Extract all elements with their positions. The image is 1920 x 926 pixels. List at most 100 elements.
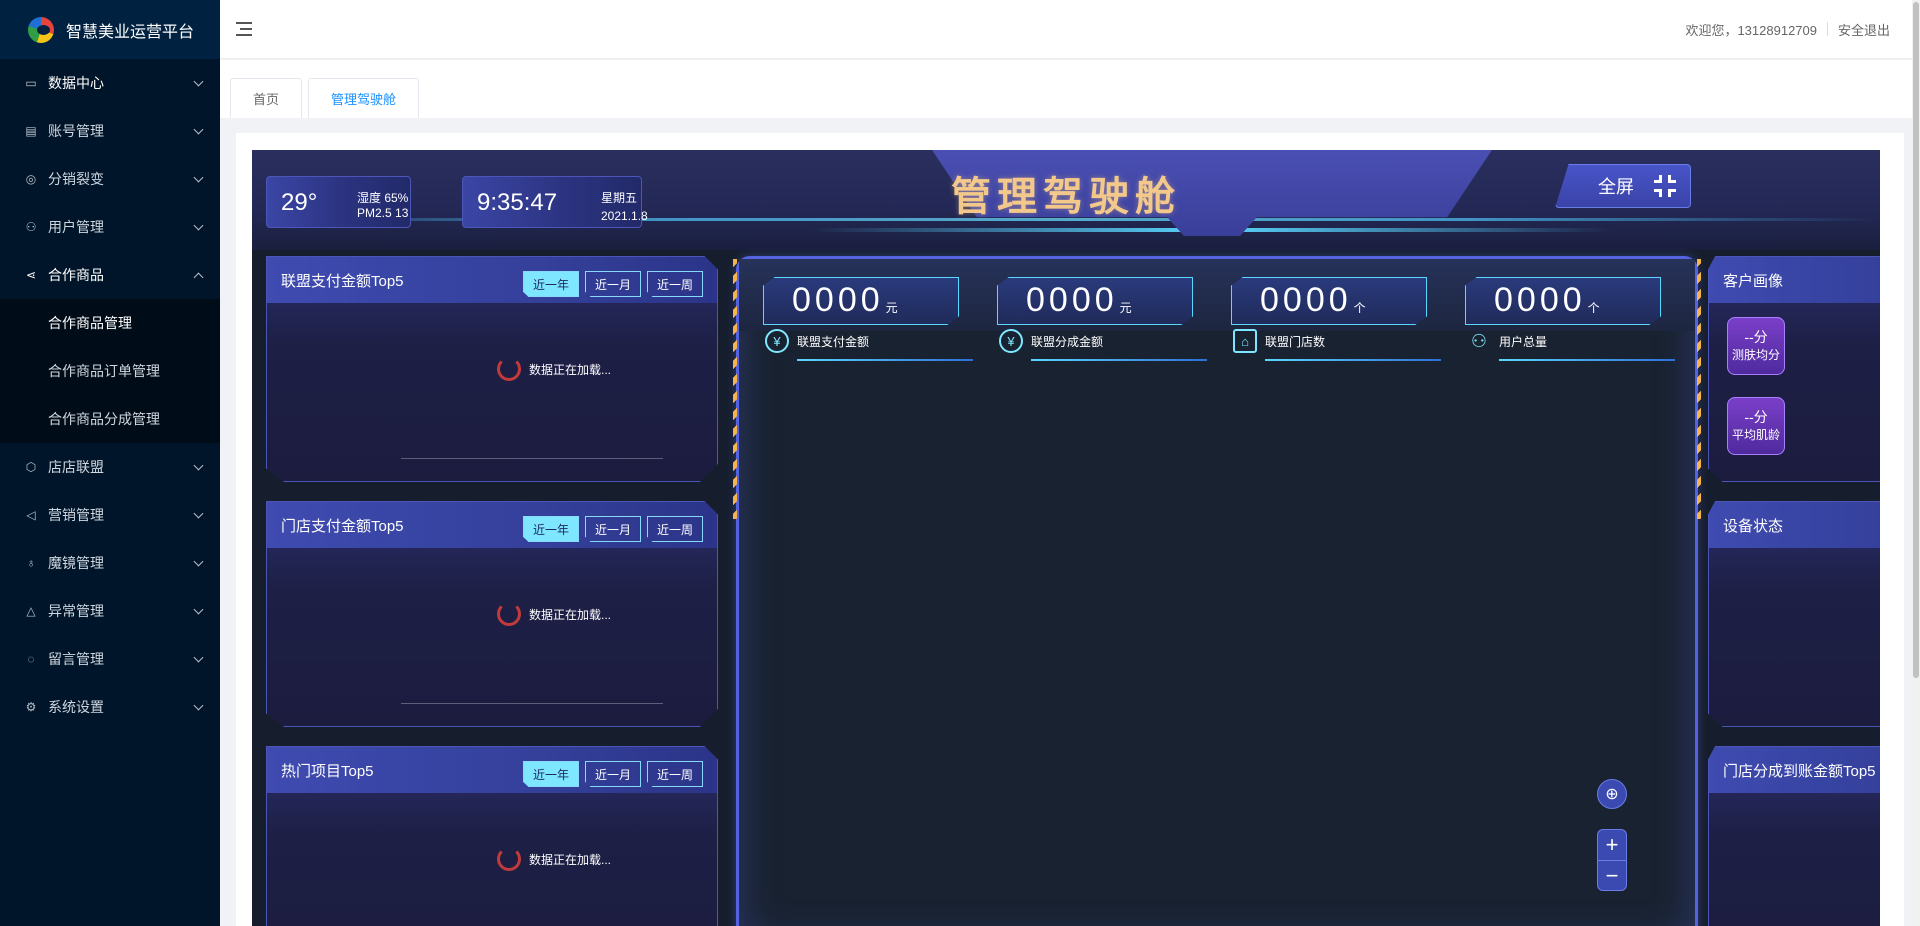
- loading-indicator: 数据正在加载...: [497, 602, 611, 626]
- chart-baseline: [401, 458, 663, 459]
- sidebar-item-mirror[interactable]: ♁ 魔镜管理: [0, 539, 220, 587]
- cube-icon: ⬡: [25, 460, 37, 474]
- sidebar-item-marketing[interactable]: ◁ 营销管理: [0, 491, 220, 539]
- range-selector: 近一年 近一月 近一周: [517, 516, 703, 542]
- panel-title: 客户画像: [1709, 257, 1880, 303]
- chevron-down-icon: [193, 460, 204, 470]
- range-month[interactable]: 近一月: [585, 516, 641, 542]
- logout-link[interactable]: 安全退出: [1838, 20, 1890, 39]
- store-icon: ⌂: [1233, 329, 1257, 353]
- bulb-icon: ♁: [26, 556, 36, 570]
- locate-icon[interactable]: ⊕: [1597, 779, 1627, 809]
- zoom-out-button[interactable]: −: [1598, 860, 1626, 890]
- sidebar-item-label: 异常管理: [48, 603, 104, 619]
- chevron-down-icon: [193, 508, 204, 518]
- stat-alliance-stores: 0000 个 ⌂ 联盟门店数: [1231, 277, 1441, 365]
- zoom-in-button[interactable]: +: [1598, 830, 1626, 860]
- range-week[interactable]: 近一周: [647, 761, 703, 787]
- monitor-icon: ▭: [25, 76, 37, 90]
- top-header: 欢迎您，13128912709 安全退出: [220, 0, 1920, 59]
- scrollbar-thumb[interactable]: [1913, 2, 1919, 678]
- skin-score-label: 测肤均分: [1731, 348, 1780, 362]
- stat-label-row: ¥ 联盟分成金额: [999, 329, 1207, 353]
- sidebar-item-users[interactable]: ⚇ 用户管理: [0, 203, 220, 251]
- stat-box: 0000 元: [997, 277, 1193, 325]
- tab-home[interactable]: 首页: [230, 78, 303, 118]
- panel-store-pay-top5: 门店支付金额Top5 近一年 近一月 近一周 数据正在加载...: [266, 501, 718, 727]
- welcome-text: 欢迎您，13128912709: [1685, 22, 1817, 38]
- stat-unit: 元: [885, 301, 898, 315]
- sidebar-item-label: 系统设置: [48, 699, 104, 715]
- app-logo[interactable]: 智慧美业运营平台: [0, 0, 220, 59]
- stat-underline: [1265, 359, 1441, 361]
- panel-hot-items-top5: 热门项目Top5 近一年 近一月 近一周 数据正在加载...: [266, 746, 718, 926]
- chevron-up-icon: [193, 272, 204, 282]
- sidebar-item-exceptions[interactable]: △ 异常管理: [0, 587, 220, 635]
- chevron-down-icon: [193, 556, 204, 566]
- share-circle-icon: ◎: [25, 172, 37, 186]
- sidebar-item-label: 分销裂变: [48, 171, 104, 187]
- megaphone-icon: ◁: [26, 508, 36, 522]
- sidebar-item-label: 营销管理: [48, 507, 104, 523]
- chart-baseline: [401, 703, 663, 704]
- fullscreen-button[interactable]: 全屏: [1555, 164, 1691, 208]
- compress-icon: [1654, 175, 1676, 197]
- range-year[interactable]: 近一年: [523, 761, 579, 787]
- range-selector: 近一年 近一月 近一周: [517, 761, 703, 787]
- range-month[interactable]: 近一月: [585, 761, 641, 787]
- stat-box: 0000 元: [763, 277, 959, 325]
- tab-cockpit[interactable]: 管理驾驶舱: [308, 78, 420, 118]
- submenu-item-goods-manage[interactable]: 合作商品管理: [0, 299, 220, 347]
- chevron-down-icon: [193, 220, 204, 230]
- menu-fold-icon[interactable]: [236, 22, 254, 36]
- submenu-item-goods-share[interactable]: 合作商品分成管理: [0, 395, 220, 443]
- sidebar-item-label: 账号管理: [48, 123, 104, 139]
- header-user-area: 欢迎您，13128912709 安全退出: [1685, 20, 1890, 39]
- current-date: 2021.1.8: [601, 209, 648, 223]
- users-icon: ⚇: [1470, 330, 1488, 351]
- panel-edge-decoration: [733, 259, 737, 519]
- sidebar-item-settings[interactable]: ⚙ 系统设置: [0, 683, 220, 731]
- stat-label: 联盟分成金额: [1031, 334, 1104, 349]
- sidebar-item-label: 魔镜管理: [48, 555, 104, 571]
- chevron-down-icon: [193, 76, 204, 86]
- sidebar-item-account[interactable]: ▤ 账号管理: [0, 107, 220, 155]
- sidebar-item-distribution[interactable]: ◎ 分销裂变: [0, 155, 220, 203]
- sidebar-item-messages[interactable]: ◌ 留言管理: [0, 635, 220, 683]
- sidebar-item-label: 合作商品: [48, 267, 104, 283]
- submenu-item-goods-orders[interactable]: 合作商品订单管理: [0, 347, 220, 395]
- range-year[interactable]: 近一年: [523, 271, 579, 297]
- yen-icon: ¥: [999, 329, 1023, 353]
- pm25: PM2.5 13: [357, 206, 409, 220]
- range-selector: 近一年 近一月 近一周: [517, 271, 703, 297]
- humidity: 湿度 65%: [357, 191, 409, 205]
- sidebar-item-partner-goods[interactable]: ⋖ 合作商品: [0, 251, 220, 299]
- loading-text: 数据正在加载...: [529, 362, 612, 377]
- chevron-down-icon: [193, 604, 204, 614]
- map-panel[interactable]: 0000 元 ¥ 联盟支付金额 0000 元 ¥ 联盟分成金额 0000 个 ⌂…: [733, 256, 1701, 926]
- range-week[interactable]: 近一周: [647, 271, 703, 297]
- divider: [1826, 22, 1828, 36]
- logo-icon: [28, 16, 54, 43]
- skin-age-value: --分: [1744, 409, 1768, 425]
- panel-title: 门店分成到账金额Top5: [1709, 747, 1880, 793]
- range-year[interactable]: 近一年: [523, 516, 579, 542]
- current-time: 9:35:47: [477, 189, 558, 216]
- clock-widget: 9:35:47 星期五 2021.1.8: [462, 176, 648, 228]
- page-scrollbar[interactable]: [1912, 0, 1920, 926]
- zoom-control: + −: [1597, 829, 1627, 891]
- sidebar: 智慧美业运营平台 ▭ 数据中心 ▤ 账号管理 ◎ 分销裂变 ⚇ 用户管理 ⋖ 合…: [0, 0, 220, 926]
- range-month[interactable]: 近一月: [585, 271, 641, 297]
- range-week[interactable]: 近一周: [647, 516, 703, 542]
- content-area: 管理驾驶舱 29° 湿度 65% PM2.5 13 9:35:47 星期五 20…: [236, 133, 1904, 926]
- sidebar-item-store-alliance[interactable]: ⬡ 店店联盟: [0, 443, 220, 491]
- skin-score-card: --分 测肤均分: [1727, 317, 1785, 375]
- loading-indicator: 数据正在加载...: [497, 847, 611, 871]
- share-icon: ⋖: [25, 268, 37, 282]
- stat-box: 0000 个: [1231, 277, 1427, 325]
- weekday: 星期五: [601, 191, 638, 205]
- chevron-down-icon: [193, 124, 204, 134]
- sidebar-item-data-center[interactable]: ▭ 数据中心: [0, 59, 220, 107]
- skin-age-card: --分 平均肌龄: [1727, 397, 1785, 455]
- stat-label: 联盟支付金额: [797, 334, 870, 349]
